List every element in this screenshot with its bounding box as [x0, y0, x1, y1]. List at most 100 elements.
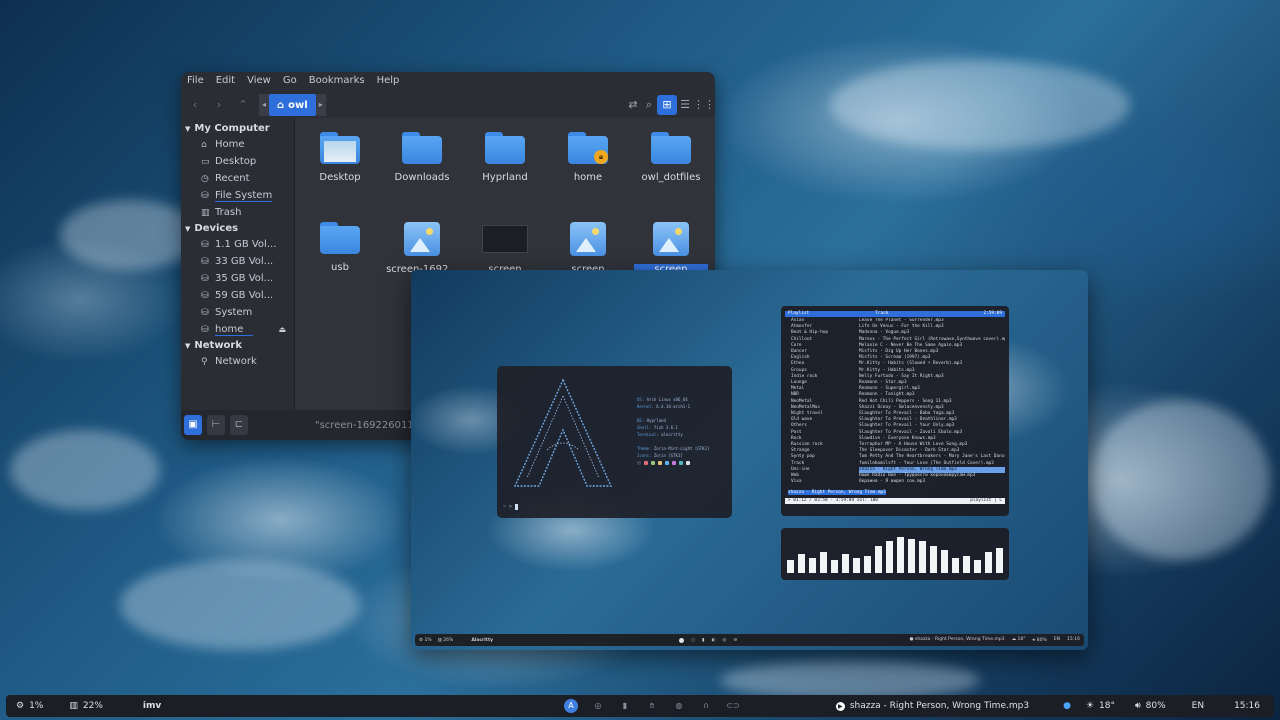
visualizer-bar — [996, 548, 1003, 573]
track-list: Leave The Planet - Surrender.mp3 Life On … — [859, 318, 1005, 485]
col-time: 2:59:09 — [983, 311, 1002, 316]
chevron-down-icon: ▼ — [185, 124, 191, 133]
clock[interactable]: 15:16 — [1234, 701, 1260, 711]
workspace-globe-icon[interactable]: ◍ — [672, 699, 686, 713]
workspace-link-icon[interactable]: ⊂⊃ — [726, 699, 740, 713]
workspace-headphones-icon[interactable]: ∩ — [699, 699, 713, 713]
neofetch-terminal[interactable]: OS: Arch Linux x86_64 Kernel: 6.4.10-arc… — [497, 366, 732, 518]
volume-control[interactable]: 🔊︎ 80% — [1135, 701, 1166, 711]
lock-icon: 🔒︎ — [594, 150, 608, 164]
weather-icon: ● — [1063, 701, 1071, 711]
icon-view-icon[interactable]: ⊞ — [657, 95, 677, 115]
wallpaper-foam — [10, 430, 160, 510]
music-header: Playlist Track 2:59:09 — [785, 311, 1005, 317]
visualizer-bar — [985, 552, 992, 573]
sidebar-heading-devices[interactable]: ▼ Devices — [181, 221, 294, 236]
workspace-phone-icon[interactable]: ▮ — [618, 699, 632, 713]
sidebar-item-trash[interactable]: ▥ Trash — [181, 204, 294, 221]
playlist-item[interactable]: Vixa — [791, 479, 851, 485]
menu-edit[interactable]: Edit — [216, 75, 235, 89]
menu-help[interactable]: Help — [377, 75, 400, 89]
desktop-preview: OS: Arch Linux x86_64 Kernel: 6.4.10-arc… — [411, 270, 1088, 650]
sidebar-item-volume[interactable]: ⛁ 33 GB Vol... — [181, 253, 294, 270]
visualizer-bar — [952, 557, 959, 573]
keyboard-layout[interactable]: EN — [1192, 701, 1204, 711]
breadcrumb-owl[interactable]: ⌂ owl — [269, 94, 316, 116]
forward-icon[interactable]: › — [211, 97, 227, 113]
cpu-usage[interactable]: ⚙ 1% — [16, 701, 43, 711]
drive-icon: ⛁ — [201, 190, 209, 201]
memory-usage[interactable]: ▥ 22% — [69, 701, 103, 711]
screenshot-thumbnail — [482, 225, 528, 253]
workspace-icon[interactable]: ○ — [691, 638, 695, 643]
workspace-icon[interactable]: ⊖ — [733, 638, 737, 643]
workspace-active[interactable] — [679, 637, 685, 643]
sidebar-item-desktop[interactable]: ▭ Desktop — [181, 153, 294, 170]
file-item-desktop[interactable]: Desktop — [303, 132, 377, 183]
track-item[interactable]: Окраина - Я видел сон.mp3 — [859, 479, 1005, 485]
menu-bookmarks[interactable]: Bookmarks — [309, 75, 365, 89]
inner-volume[interactable]: 🔊︎ 80% — [1033, 637, 1047, 643]
system-info: OS: Arch Linux x86_64 Kernel: 6.4.10-arc… — [637, 396, 709, 465]
up-icon[interactable]: ⌃ — [235, 97, 251, 113]
sidebar-item-file-system[interactable]: ⛁ File System — [181, 187, 294, 204]
sidebar-item-volume[interactable]: ⛁ 1.1 GB Vol... — [181, 236, 294, 253]
file-item-hyprland[interactable]: Hyprland — [468, 132, 542, 183]
track-item[interactable]: fomilebomilsft - Your Love (The Outfield… — [859, 461, 1005, 467]
visualizer-bar — [787, 559, 794, 573]
breadcrumb-left-icon[interactable]: ◂ — [259, 94, 269, 116]
track-item[interactable]: Marexx - The Perfect Girl (Retrowave,Syn… — [859, 337, 1005, 343]
sidebar-item-system[interactable]: ⛁ System — [181, 304, 294, 321]
back-icon[interactable]: ‹ — [187, 97, 203, 113]
menu-view[interactable]: View — [247, 75, 271, 89]
workspace-icon[interactable]: ◎ — [722, 638, 726, 643]
workspace-icon[interactable]: ▮ — [702, 638, 704, 643]
media-now-playing[interactable]: ▶ shazza - Right Person, Wrong Time.mp3 — [835, 701, 1029, 711]
file-item-downloads[interactable]: Downloads — [385, 132, 459, 183]
sidebar-item-recent[interactable]: ◷ Recent — [181, 170, 294, 187]
visualizer-bar — [886, 540, 893, 573]
shell-prompt[interactable]: ~ > _ — [503, 504, 519, 510]
inner-lang[interactable]: EN — [1054, 637, 1060, 643]
inner-taskbar: ⚙ 1% ▥ 26% Alacritty ○ ▮ ◐ ◎ ⊖ ● shazza … — [415, 634, 1084, 646]
visualizer-bar — [820, 552, 827, 573]
weather-widget[interactable]: ● ☀ 18° — [1063, 701, 1115, 711]
sidebar-toggle-icon[interactable]: ⊏ — [230, 415, 248, 435]
file-item-screen-selected[interactable]: screen — [634, 222, 708, 275]
eject-icon[interactable]: ⏏ — [278, 325, 286, 334]
music-player[interactable]: Playlist Track 2:59:09 Asian Atmosfer Beat… — [781, 306, 1009, 516]
search-icon[interactable]: ⌕ — [641, 97, 657, 113]
color-swatch — [665, 461, 669, 465]
workspace-circle-icon[interactable]: ◎ — [591, 699, 605, 713]
sidebar-item-home-device[interactable]: ⛁ home ⏏ — [181, 321, 294, 338]
track-item[interactable]: Tom Petty And The Heartbreakers - Mary J… — [859, 454, 1005, 460]
workspace-hand-icon[interactable]: ✋︎ — [645, 699, 659, 713]
workspace-1[interactable]: A — [564, 699, 578, 713]
drive-icon: ⛁ — [201, 324, 209, 335]
toggle-location-icon[interactable]: ⇄ — [625, 97, 641, 113]
file-item-screen[interactable]: screen — [468, 222, 542, 275]
sidebar-item-volume[interactable]: ⛁ 59 GB Vol... — [181, 287, 294, 304]
workspace-icon[interactable]: ◐ — [711, 638, 715, 643]
sidebar-item-volume[interactable]: ⛁ 35 GB Vol... — [181, 270, 294, 287]
tree-icon[interactable]: ⊢ — [207, 415, 225, 435]
menu-go[interactable]: Go — [283, 75, 297, 89]
compact-view-icon[interactable]: ⋮⋮ — [693, 97, 715, 113]
file-item-screen[interactable]: screen-1692... — [385, 222, 459, 275]
file-item-usb[interactable]: usb — [303, 222, 377, 273]
breadcrumb: ◂ ⌂ owl ▸ — [259, 94, 326, 116]
file-item-home[interactable]: 🔒︎ home — [551, 132, 625, 183]
color-swatch — [672, 461, 676, 465]
inner-media[interactable]: ● shazza - Right Person, Wrong Time.mp3 — [910, 637, 1005, 643]
sidebar-item-home[interactable]: ⌂ Home — [181, 136, 294, 153]
file-item-screen[interactable]: screen — [551, 222, 625, 275]
sidebar-heading-network[interactable]: ▼ Network — [181, 338, 294, 353]
places-icon[interactable]: ▣ — [184, 415, 202, 435]
file-item-owl-dotfiles[interactable]: owl_dotfiles — [634, 132, 708, 183]
list-view-icon[interactable]: ☰ — [677, 97, 693, 113]
sidebar-heading-my-computer[interactable]: ▼ My Computer — [181, 121, 294, 136]
menu-file[interactable]: File — [187, 75, 204, 89]
breadcrumb-right-icon[interactable]: ▸ — [315, 94, 326, 116]
sidebar-item-network[interactable]: ⚲ Network — [181, 353, 294, 370]
drive-icon: ⛁ — [201, 256, 209, 267]
